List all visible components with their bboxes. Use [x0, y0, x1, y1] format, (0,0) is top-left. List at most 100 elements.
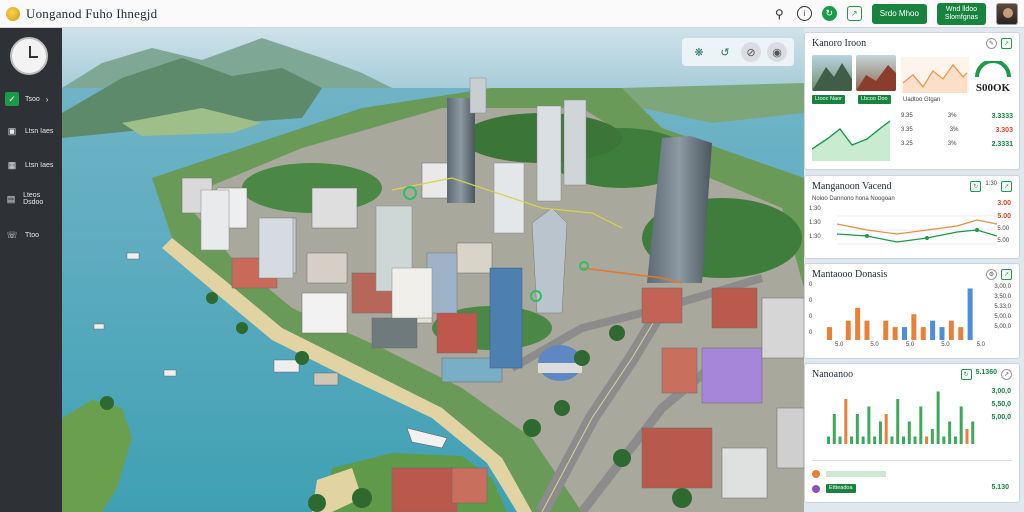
share-icon[interactable]: ↗: [846, 6, 862, 21]
panel-title: Nanoanoo: [812, 368, 854, 380]
panel-title: Kanoro Iroon: [812, 37, 867, 49]
bar-6: [855, 414, 859, 444]
globe-icon[interactable]: ❋: [689, 42, 709, 62]
stat-a: 3.25: [901, 141, 913, 147]
y-tick: 1:30: [809, 220, 821, 226]
top-actions: ⚲ i ↻ ↗ Srdo Mhoo Wnd lldoo Slomfgnas: [772, 2, 1018, 25]
bar-17: [919, 406, 923, 444]
trend-value: 5.00: [997, 238, 1010, 244]
bar-orange-7: [883, 320, 889, 340]
expand-icon[interactable]: ↗: [1001, 180, 1012, 192]
thumbnail-terrain[interactable]: [856, 55, 896, 91]
bar-orange-5: [864, 320, 870, 340]
bar-orange-1: [827, 327, 832, 340]
x-tick: 5.0: [835, 342, 844, 348]
gauge-value: S00OK: [975, 82, 1011, 94]
refresh-icon[interactable]: ↻: [821, 6, 837, 21]
sidebar-item-label: Tsoo: [25, 95, 40, 103]
panel-activity: Nanoanoo ↻ 5.1360 ↗ 3,00,0 5,50,0 5,00,0…: [804, 363, 1020, 503]
footer-row: Ettteadoa: [812, 484, 856, 493]
stat-c: 3.303: [995, 127, 1013, 134]
legend-entry: 5,50,0: [991, 401, 1011, 408]
bar-orange-15: [958, 327, 964, 340]
bar-1: [827, 436, 830, 444]
bar-25: [965, 429, 969, 444]
stat-a: 9.35: [901, 113, 913, 119]
mountain-graphic: [812, 63, 852, 91]
bar-14: [902, 436, 905, 444]
panel-header: Mantaooo Donasis ⚙ ↗: [812, 268, 1012, 280]
document-icon: ▣: [7, 125, 17, 136]
sidebar-item-label: Lteos Dsdoo: [23, 192, 44, 206]
y-axis: 0 0 0 0: [809, 282, 812, 336]
progress-track: [826, 471, 886, 477]
bar-orange-11: [920, 327, 926, 340]
sidebar-item-4[interactable]: ▤ Lteos Dsdoo: [5, 190, 57, 208]
primary-action-button[interactable]: Srdo Mhoo: [871, 3, 927, 24]
bar-12: [890, 436, 894, 444]
settings-icon[interactable]: ⚙: [986, 268, 997, 280]
y-tick: 0: [809, 330, 813, 336]
thumbnail-label: Ltooc Naor: [812, 95, 845, 104]
edit-icon[interactable]: ✎: [986, 37, 997, 49]
refresh-icon[interactable]: ↻: [960, 368, 972, 380]
sidebar: ✓ Tsoo › ▣ Ltsn Iaes ▦ Ltsn Iaes ▤ Lteos…: [0, 28, 62, 512]
table-header: Noloo Dannono hona Noogoan: [812, 196, 895, 202]
bar-orange-10: [911, 314, 917, 340]
map-toolbar: ❋ ↺ ⊘ ◉: [682, 38, 794, 66]
stat-c: 3.3333: [991, 113, 1013, 120]
sidebar-item-3[interactable]: ▦ Ltsn Iaes: [5, 156, 57, 174]
stat-b: 3%: [947, 141, 957, 147]
expand-icon[interactable]: ↗: [1001, 368, 1012, 380]
secondary-action-button[interactable]: Wnd lldoo Slomfgnas: [936, 2, 986, 25]
location-icon[interactable]: ◉: [767, 42, 787, 62]
trend-line-chart: [901, 57, 969, 93]
city-map-view[interactable]: ❋ ↺ ⊘ ◉: [62, 28, 804, 512]
compass-icon[interactable]: ⊘: [741, 42, 761, 62]
layers-icon: ▤: [6, 193, 16, 204]
stat-a: 3.35: [901, 127, 913, 133]
stats-row: 3.35 3% 3.303: [901, 127, 1013, 141]
bar-7: [861, 436, 865, 444]
sidebar-item-5[interactable]: ☏ Ttoo: [5, 226, 57, 244]
footer-row: [812, 470, 886, 478]
sidebar-item-label: Ltsn Iaes: [25, 127, 54, 135]
sidebar-item-label: Ltsn Iaes: [25, 161, 54, 169]
legend-entry: 5,00,0: [994, 314, 1011, 320]
phone-icon: ☏: [6, 229, 18, 240]
info-icon[interactable]: i: [796, 6, 812, 21]
panel-title: Manganoon Vacend: [812, 180, 892, 192]
trend-value: 5.00: [997, 226, 1010, 232]
panel-header: Manganoon Vacend ↻ 1:30 ↗: [812, 180, 1012, 192]
y-tick: 1:30: [809, 234, 821, 240]
legend-entry: 3,50,0: [994, 294, 1011, 300]
sidebar-item-2[interactable]: ▣ Ltsn Iaes: [5, 122, 57, 140]
x-tick: 5.0: [905, 342, 915, 348]
refresh-icon[interactable]: ↻: [970, 180, 982, 192]
bar-21: [942, 436, 946, 444]
panel-value: 5.1360: [975, 368, 997, 376]
bar-chart-distribution: [827, 288, 973, 340]
bar-blue-16: [967, 288, 973, 340]
expand-icon[interactable]: ↗: [1001, 37, 1012, 49]
user-avatar[interactable]: [996, 2, 1018, 25]
trend-value: 5.00: [997, 213, 1011, 220]
bar-15: [907, 421, 911, 444]
legend-entry: 3,00,0: [994, 284, 1011, 290]
legend: 3,00,0 3,50,0 5.33,0 5,00,0 5,00,0: [994, 284, 1011, 330]
bar-11: [884, 414, 888, 444]
thumbnail-mountain[interactable]: [812, 55, 852, 91]
trend-value: 3.00: [997, 200, 1011, 207]
bar-26: [971, 421, 975, 444]
x-axis: 5.0 5.0 5.0 5.0 5.0: [835, 342, 985, 348]
stat-b: 3%: [947, 113, 957, 119]
pointer-icon[interactable]: ↺: [715, 42, 735, 62]
footer-label: Ettteadoa: [826, 484, 856, 493]
expand-icon[interactable]: ↗: [1001, 268, 1012, 280]
sidebar-item-label: Ttoo: [25, 231, 40, 239]
search-icon[interactable]: ⚲: [772, 6, 787, 21]
panel-header: Nanoanoo ↻ 5.1360 ↗: [812, 368, 1012, 380]
sidebar-item-1[interactable]: ✓ Tsoo ›: [5, 90, 57, 108]
legend-entry: 5,00,0: [991, 414, 1011, 421]
stat-c: 2.3331: [991, 141, 1013, 148]
